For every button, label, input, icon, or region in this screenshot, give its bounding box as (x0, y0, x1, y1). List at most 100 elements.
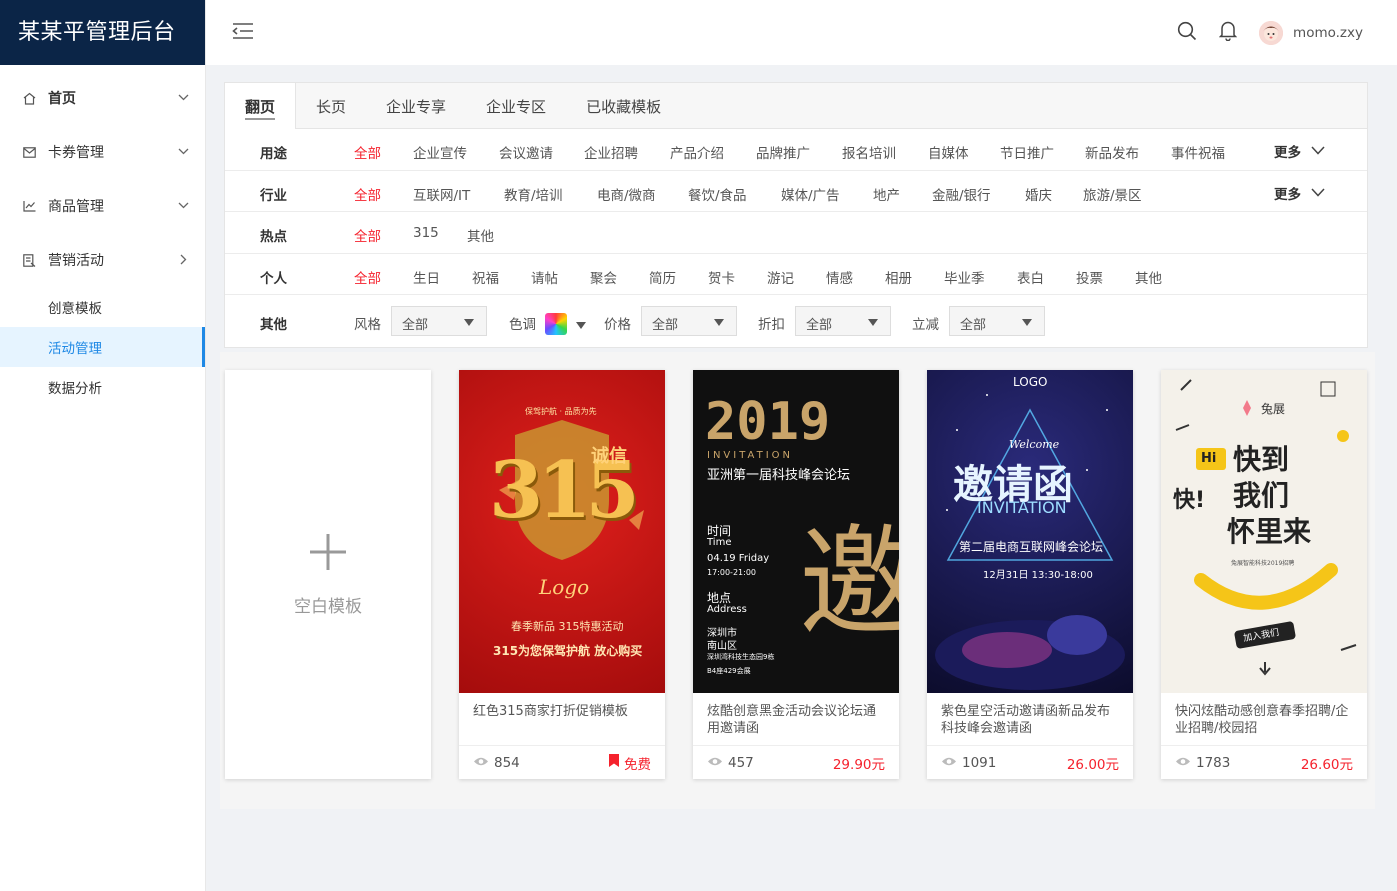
filter-option[interactable]: 请帖 (531, 267, 558, 287)
thumb-head: 亚洲第一届科技峰会论坛 (707, 468, 851, 483)
filter-label: 热点 (260, 229, 287, 245)
price-value: 29.90元 (832, 756, 885, 773)
filter-option[interactable]: 事件祝福 (1171, 142, 1225, 162)
filter-option[interactable]: 游记 (767, 267, 794, 287)
filter-row-usage: 用途 全部 企业宣传 会议邀请 企业招聘 产品介绍 品牌推广 报名培训 自媒体 … (225, 129, 1367, 171)
template-card[interactable]: 2019 INVITATION 亚洲第一届科技峰会论坛 时间 Time 04.1… (693, 370, 899, 779)
filter-option[interactable]: 全部 (354, 142, 381, 162)
filter-option[interactable]: 旅游/景区 (1083, 184, 1142, 204)
reduce-select-value: 全部 (960, 318, 987, 333)
filter-option[interactable]: 产品介绍 (670, 142, 724, 162)
filter-option[interactable]: 教育/培训 (504, 184, 563, 204)
tab-enterprise-exclusive[interactable]: 企业专享 (366, 83, 466, 129)
view-count-value: 854 (494, 754, 520, 771)
filter-option[interactable]: 企业招聘 (584, 142, 638, 162)
filter-row-industry: 行业 全部 互联网/IT 教育/培训 电商/微商 餐饮/食品 媒体/广告 地产 … (225, 171, 1367, 212)
filter-option[interactable]: 全部 (354, 225, 381, 245)
filter-option[interactable]: 情感 (826, 267, 853, 287)
color-label: 色调 (509, 317, 536, 333)
bell-icon[interactable] (1218, 20, 1238, 45)
thumb-brand: 兔展 (1261, 402, 1286, 416)
template-thumbnail: 保驾护航 · 品质为先 315 诚信 Logo 春季新品 315特惠活动 315… (459, 370, 665, 693)
tab-flip-page[interactable]: 翻页 (225, 83, 297, 129)
sidebar-item-label: 卡券管理 (48, 145, 104, 161)
top-bar: momo.zxy (206, 0, 1397, 65)
sidebar-item-products[interactable]: 商品管理 (0, 179, 205, 233)
template-title: 红色315商家打折促销模板 (473, 704, 628, 719)
filter-option[interactable]: 聚会 (590, 267, 617, 287)
tab-long-page[interactable]: 长页 (296, 83, 366, 129)
template-card[interactable]: LOGO Welcome 邀请函 INVITATION 第二届电商互联网峰会论坛… (927, 370, 1133, 779)
filter-label: 用途 (260, 146, 287, 162)
thumb-line2: 315为您保驾护航 放心购买 (493, 644, 643, 658)
sidebar-item-marketing[interactable]: 营销活动 (0, 233, 205, 287)
view-count-value: 457 (728, 754, 754, 771)
filter-option[interactable]: 自媒体 (928, 142, 969, 162)
chevron-down-icon (178, 143, 189, 159)
filter-option[interactable]: 新品发布 (1085, 142, 1139, 162)
template-card[interactable]: 保驾护航 · 品质为先 315 诚信 Logo 春季新品 315特惠活动 315… (459, 370, 665, 779)
reduce-select[interactable]: 全部 (949, 306, 1045, 336)
reduce-label: 立减 (912, 317, 939, 333)
filter-option[interactable]: 企业宣传 (413, 142, 467, 162)
filter-option[interactable]: 全部 (354, 267, 381, 287)
filter-option[interactable]: 节日推广 (1000, 142, 1054, 162)
thumb-welcome: Welcome (1009, 438, 1060, 451)
tab-favorites[interactable]: 已收藏模板 (566, 83, 681, 129)
filter-option[interactable]: 毕业季 (944, 267, 985, 287)
price-value: 26.60元 (1300, 756, 1353, 773)
more-button[interactable]: 更多 (1274, 183, 1325, 203)
thumb-logo: Logo (539, 575, 590, 599)
sidebar-subitem-data-analysis[interactable]: 数据分析 (0, 367, 205, 407)
sidebar-item-coupons[interactable]: 卡券管理 (0, 125, 205, 179)
filter-option[interactable]: 全部 (354, 184, 381, 204)
filter-option[interactable]: 会议邀请 (499, 142, 553, 162)
search-icon[interactable] (1177, 21, 1197, 45)
filter-option[interactable]: 媒体/广告 (781, 184, 840, 204)
filter-option[interactable]: 生日 (413, 267, 440, 287)
username[interactable]: momo.zxy (1293, 25, 1363, 41)
template-card[interactable]: 兔展 Hi 快到 快! 我们 怀里来 兔展智能科技2019招聘 加入我们 快闪炫… (1161, 370, 1367, 779)
sidebar-subitem-creative-templates[interactable]: 创意模板 (0, 287, 205, 327)
filter-option[interactable]: 电商/微商 (597, 184, 656, 204)
filter-option[interactable]: 祝福 (472, 267, 499, 287)
template-tabs: 翻页 长页 企业专享 企业专区 已收藏模板 (225, 83, 1367, 129)
filter-option[interactable]: 315 (413, 225, 439, 241)
sidebar-item-home[interactable]: 首页 (0, 71, 205, 125)
style-select[interactable]: 全部 (391, 306, 487, 336)
filter-option[interactable]: 地产 (873, 184, 900, 204)
filter-option[interactable]: 互联网/IT (413, 184, 470, 204)
sidebar-subitem-activity-management[interactable]: 活动管理 (0, 327, 205, 367)
caret-down-icon[interactable] (576, 322, 586, 329)
thumb-date: 04.19 Friday (707, 553, 770, 564)
blank-template-card[interactable]: 空白模板 (225, 370, 431, 779)
template-thumbnail: 兔展 Hi 快到 快! 我们 怀里来 兔展智能科技2019招聘 加入我们 (1161, 370, 1367, 693)
filter-option[interactable]: 其他 (467, 225, 494, 245)
more-button[interactable]: 更多 (1274, 141, 1325, 161)
price-select[interactable]: 全部 (641, 306, 737, 336)
filter-option[interactable]: 投票 (1076, 267, 1103, 287)
filter-option[interactable]: 相册 (885, 267, 912, 287)
view-count-value: 1783 (1196, 754, 1231, 771)
color-swatch[interactable] (545, 313, 567, 335)
filter-option[interactable]: 其他 (1135, 267, 1162, 287)
filter-option[interactable]: 报名培训 (842, 142, 896, 162)
filter-option[interactable]: 婚庆 (1025, 184, 1052, 204)
avatar[interactable] (1259, 20, 1284, 45)
discount-select[interactable]: 全部 (795, 306, 891, 336)
caret-down-icon (714, 319, 724, 326)
menu-fold-icon[interactable] (232, 22, 254, 44)
filter-option[interactable]: 简历 (649, 267, 676, 287)
filter-option[interactable]: 品牌推广 (756, 142, 810, 162)
filter-option[interactable]: 餐饮/食品 (688, 184, 747, 204)
sidebar: 某某平管理后台 首页 卡券管理 商品管理 营销活动 创意模板 活动管理 数据分析 (0, 0, 206, 891)
caret-down-icon (464, 319, 474, 326)
filter-option[interactable]: 贺卡 (708, 267, 735, 287)
thumb-year: 2019 (705, 392, 831, 452)
filter-label: 个人 (260, 270, 287, 287)
filter-option[interactable]: 表白 (1017, 267, 1044, 287)
filter-option[interactable]: 金融/银行 (932, 184, 991, 204)
view-count: 457 (707, 755, 754, 771)
tab-enterprise-zone[interactable]: 企业专区 (466, 83, 566, 129)
template-footer: 457 29.90元 (693, 745, 899, 779)
